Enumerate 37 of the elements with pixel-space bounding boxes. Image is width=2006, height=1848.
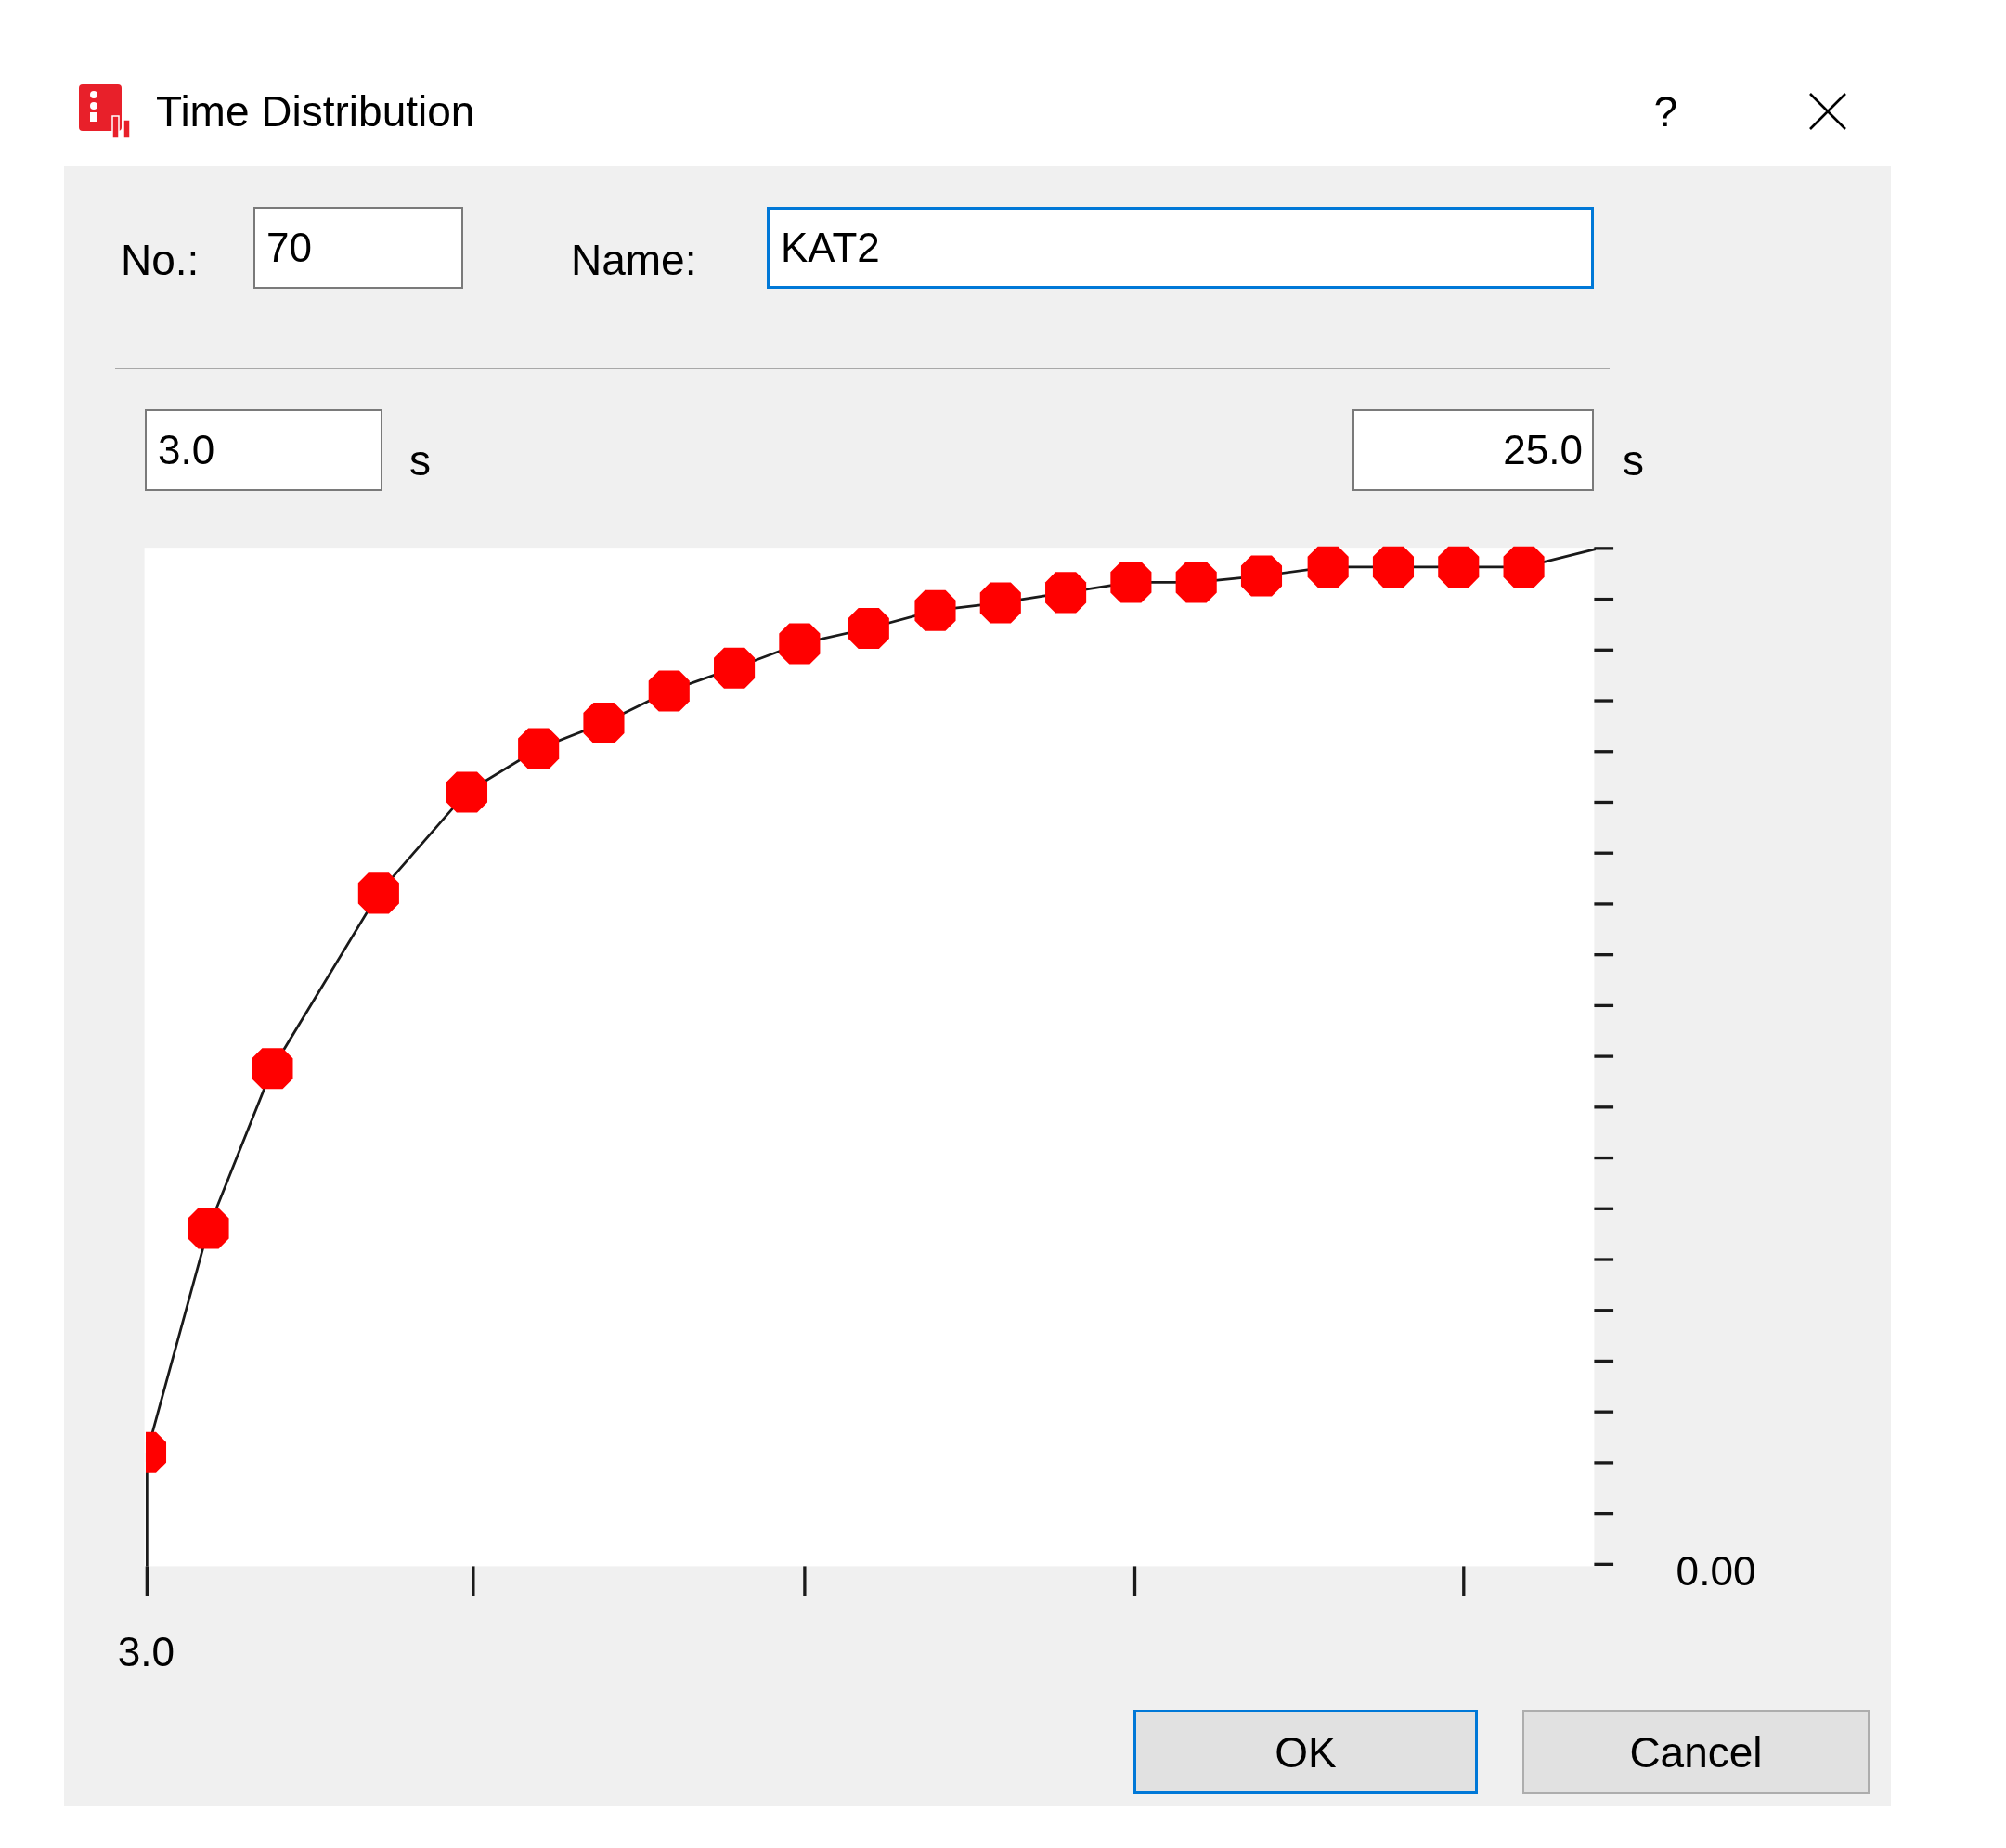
data-point [1045,572,1087,614]
help-button[interactable]: ? [1653,89,1677,133]
x-axis-label: 3.0 [117,1628,175,1674]
number-field[interactable]: 70 [253,207,463,289]
data-point [714,647,756,689]
data-point [446,771,487,813]
data-point [1240,555,1283,597]
start-time-field[interactable]: 3.0 [145,409,382,491]
data-point [1438,546,1480,588]
y-axis-label: 0.00 [1676,1548,1756,1595]
data-point [979,582,1021,624]
data-point [252,1048,293,1090]
data-point [583,702,625,744]
data-point [648,670,690,712]
end-time-field[interactable]: 25.0 [1352,409,1594,491]
data-point [1503,546,1545,588]
close-button[interactable] [1809,92,1846,130]
data-point [848,607,889,650]
window-title: Time Distribution [156,89,475,133]
data-point [1110,562,1152,603]
name-field[interactable]: KAT2 [767,207,1594,289]
data-point [518,728,560,769]
cancel-button[interactable]: Cancel [1522,1710,1870,1794]
data-point [188,1208,229,1249]
field-label: No.: [121,236,200,284]
data-point [146,1431,167,1473]
field-label: Name: [571,236,697,284]
data-point [1175,562,1217,603]
data-point [914,589,956,631]
close-icon [1809,92,1846,130]
data-point [779,623,821,665]
ok-button[interactable]: OK [1133,1710,1478,1794]
unit-label: s [1623,436,1644,485]
unit-label: s [409,436,431,485]
data-point [357,872,399,914]
data-point [1372,546,1415,588]
data-point [1307,546,1349,588]
